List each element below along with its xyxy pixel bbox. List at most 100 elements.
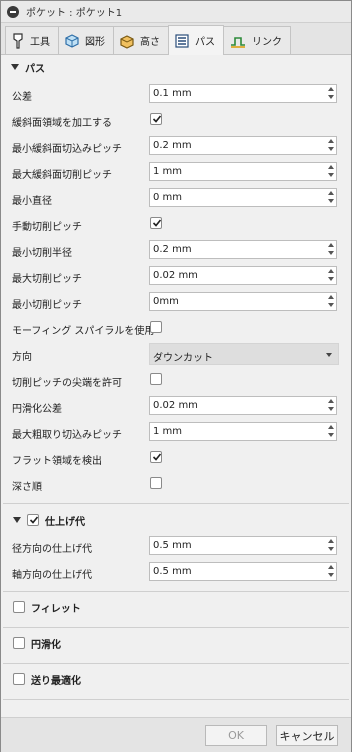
min-shallow-stepdown-row: 最小緩斜面切込みピッチ 0.2 mm	[1, 133, 351, 159]
spinner-icon[interactable]	[328, 87, 334, 101]
tab-label: 工具	[30, 37, 50, 48]
max-roughing-stepdown-field[interactable]: 1 mm	[149, 422, 337, 441]
linking-icon	[231, 36, 245, 48]
spinner-icon[interactable]	[328, 165, 334, 179]
spinner-icon[interactable]	[328, 539, 334, 553]
tab-label: 図形	[85, 37, 105, 48]
min-cutting-radius-label: 最小切削半径	[12, 248, 72, 259]
smoothing-deviation-field[interactable]: 0.02 mm	[149, 396, 337, 415]
spinner-icon[interactable]	[328, 191, 334, 205]
spinner-icon[interactable]	[328, 269, 334, 283]
title-bar[interactable]: ポケット : ポケット1	[1, 1, 351, 23]
tab-geometry[interactable]: 図形	[58, 26, 114, 54]
morphing-spiral-checkbox[interactable]	[150, 321, 162, 333]
allow-cusps-checkbox[interactable]	[150, 373, 162, 385]
stock-to-leave-header[interactable]: 仕上げ代	[1, 508, 351, 532]
tool-icon	[13, 32, 23, 49]
min-diameter-label: 最小直径	[12, 196, 52, 207]
fillets-checkbox[interactable]	[13, 601, 25, 613]
min-stepover-row: 最小切削ピッチ 0mm	[1, 289, 351, 315]
passes-group-header[interactable]: パス	[1, 56, 45, 78]
tab-heights[interactable]: 高さ	[113, 26, 169, 54]
min-cutting-radius-field[interactable]: 0.2 mm	[149, 240, 337, 259]
divider	[3, 663, 349, 664]
depth-first-checkbox[interactable]	[150, 477, 162, 489]
ok-button[interactable]: OK	[205, 725, 267, 746]
feed-optimization-checkbox[interactable]	[13, 673, 25, 685]
smoothing-deviation-label: 円滑化公差	[12, 404, 62, 415]
check-icon	[152, 115, 162, 123]
smoothing-section[interactable]: 円滑化	[1, 631, 351, 655]
max-stepover-field[interactable]: 0.02 mm	[149, 266, 337, 285]
morphing-spiral-row: モーフィング スパイラルを使用	[1, 315, 351, 341]
passes-icon	[175, 33, 189, 48]
tab-tool[interactable]: 工具	[5, 26, 59, 54]
spinner-icon[interactable]	[328, 565, 334, 579]
min-shallow-stepdown-label: 最小緩斜面切込みピッチ	[12, 144, 122, 155]
detect-flat-label: フラット領域を検出	[12, 456, 102, 467]
divider	[3, 591, 349, 592]
geometry-icon	[65, 33, 79, 48]
machine-shallow-checkbox[interactable]	[150, 113, 162, 125]
max-shallow-stepover-row: 最大緩斜面切削ピッチ 1 mm	[1, 159, 351, 185]
field-value: 0.02 mm	[153, 270, 198, 281]
divider	[3, 503, 349, 504]
axial-stock-field[interactable]: 0.5 mm	[149, 562, 337, 581]
field-value: 0.5 mm	[153, 566, 192, 577]
field-value: 1 mm	[153, 426, 183, 437]
min-diameter-row: 最小直径 0 mm	[1, 185, 351, 211]
smoothing-checkbox[interactable]	[13, 637, 25, 649]
direction-dropdown[interactable]: ダウンカット	[149, 343, 339, 365]
tab-linking[interactable]: リンク	[223, 26, 291, 54]
spinner-icon[interactable]	[328, 399, 334, 413]
min-stepover-field[interactable]: 0mm	[149, 292, 337, 311]
spinner-icon[interactable]	[328, 139, 334, 153]
field-value: 1 mm	[153, 166, 183, 177]
tolerance-field[interactable]: 0.1 mm	[149, 84, 337, 103]
field-value: 0mm	[153, 296, 179, 307]
field-value: 0 mm	[153, 192, 183, 203]
detect-flat-checkbox[interactable]	[150, 451, 162, 463]
depth-first-label: 深さ順	[12, 482, 42, 493]
dropdown-value: ダウンカット	[153, 353, 213, 364]
check-icon	[152, 453, 162, 461]
divider	[3, 627, 349, 628]
max-shallow-stepover-field[interactable]: 1 mm	[149, 162, 337, 181]
min-diameter-field[interactable]: 0 mm	[149, 188, 337, 207]
spinner-icon[interactable]	[328, 295, 334, 309]
min-shallow-stepdown-field[interactable]: 0.2 mm	[149, 136, 337, 155]
max-roughing-stepdown-label: 最大粗取り切込みピッチ	[12, 430, 122, 441]
radial-stock-field[interactable]: 0.5 mm	[149, 536, 337, 555]
section-title: フィレット	[31, 603, 81, 615]
max-shallow-stepover-label: 最大緩斜面切削ピッチ	[12, 170, 112, 181]
tab-bar: 工具 図形 高さ パス リンク	[1, 23, 351, 55]
manual-stepover-checkbox[interactable]	[150, 217, 162, 229]
divider	[3, 699, 349, 700]
cancel-button[interactable]: キャンセル	[276, 725, 338, 746]
direction-label: 方向	[12, 352, 32, 363]
tab-passes[interactable]: パス	[168, 25, 224, 55]
field-value: 0.1 mm	[153, 88, 192, 99]
chevron-down-icon	[326, 353, 332, 357]
smoothing-deviation-row: 円滑化公差 0.02 mm	[1, 393, 351, 419]
min-cutting-radius-row: 最小切削半径 0.2 mm	[1, 237, 351, 263]
direction-row: 方向 ダウンカット	[1, 341, 351, 367]
manual-stepover-label: 手動切削ピッチ	[12, 222, 82, 233]
spinner-icon[interactable]	[328, 425, 334, 439]
stock-to-leave-checkbox[interactable]	[27, 514, 39, 526]
fillets-section[interactable]: フィレット	[1, 595, 351, 619]
detect-flat-row: フラット領域を検出	[1, 445, 351, 471]
field-value: 0.2 mm	[153, 244, 192, 255]
allow-cusps-label: 切削ピッチの尖端を許可	[12, 378, 122, 389]
tab-label: リンク	[252, 37, 282, 48]
collapse-icon[interactable]	[7, 5, 19, 18]
max-roughing-stepdown-row: 最大粗取り切込みピッチ 1 mm	[1, 419, 351, 445]
spinner-icon[interactable]	[328, 243, 334, 257]
max-stepover-label: 最大切削ピッチ	[12, 274, 82, 285]
heights-icon	[120, 34, 134, 49]
axial-stock-label: 軸方向の仕上げ代	[12, 570, 92, 581]
check-icon	[152, 219, 162, 227]
feed-optimization-section[interactable]: 送り最適化	[1, 667, 351, 691]
dialog-footer: OK キャンセル	[1, 717, 351, 752]
tab-label: 高さ	[140, 37, 160, 48]
